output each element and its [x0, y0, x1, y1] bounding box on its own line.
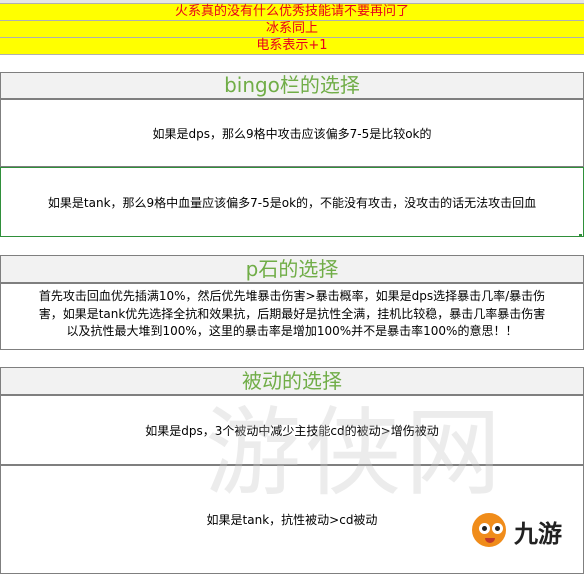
bingo-tank-cell: 如果是tank，那么9格中血量应该偏多7-5是ok的，不能没有攻击，没攻击的话无… [0, 167, 584, 237]
cell-selection-handle [579, 234, 582, 237]
yellow-row-fire: 火系真的没有什么优秀技能请不要再问了 [0, 4, 584, 21]
bingo-dps-cell: 如果是dps，那么9格中攻击应该偏多7-5是比较ok的 [0, 99, 584, 167]
pstone-paragraph: 首先攻击回血优先插满10%，然后优先堆暴击伤害>暴击概率，如果是dps选择暴击几… [0, 283, 584, 350]
logo-text: 九游 [514, 520, 562, 548]
pstone-line-1: 首先攻击回血优先插满10%，然后优先堆暴击伤害>暴击概率，如果是dps选择暴击几… [38, 289, 546, 303]
yellow-row-ice: 冰系同上 [0, 21, 584, 38]
pstone-line-2: 害，如果是tank优先选择全抗和效果抗，后期最好是抗性全满，挂机比较稳，暴击几率… [38, 306, 546, 321]
pstone-line-3: 以及抗性最大堆到100%，这里的暴击率是增加100%并不是暴击率100%的意思！… [66, 324, 518, 338]
section-header-pstone: p石的选择 [0, 255, 584, 283]
passive-dps-cell: 如果是dps，3个被动中减少主技能cd的被动>增伤被动 [0, 395, 584, 465]
section-header-bingo: bingo栏的选择 [0, 72, 584, 99]
jiuyou-logo-icon [470, 511, 508, 549]
yellow-row-electric: 电系表示+1 [0, 38, 584, 55]
section-header-passive: 被动的选择 [0, 367, 584, 395]
